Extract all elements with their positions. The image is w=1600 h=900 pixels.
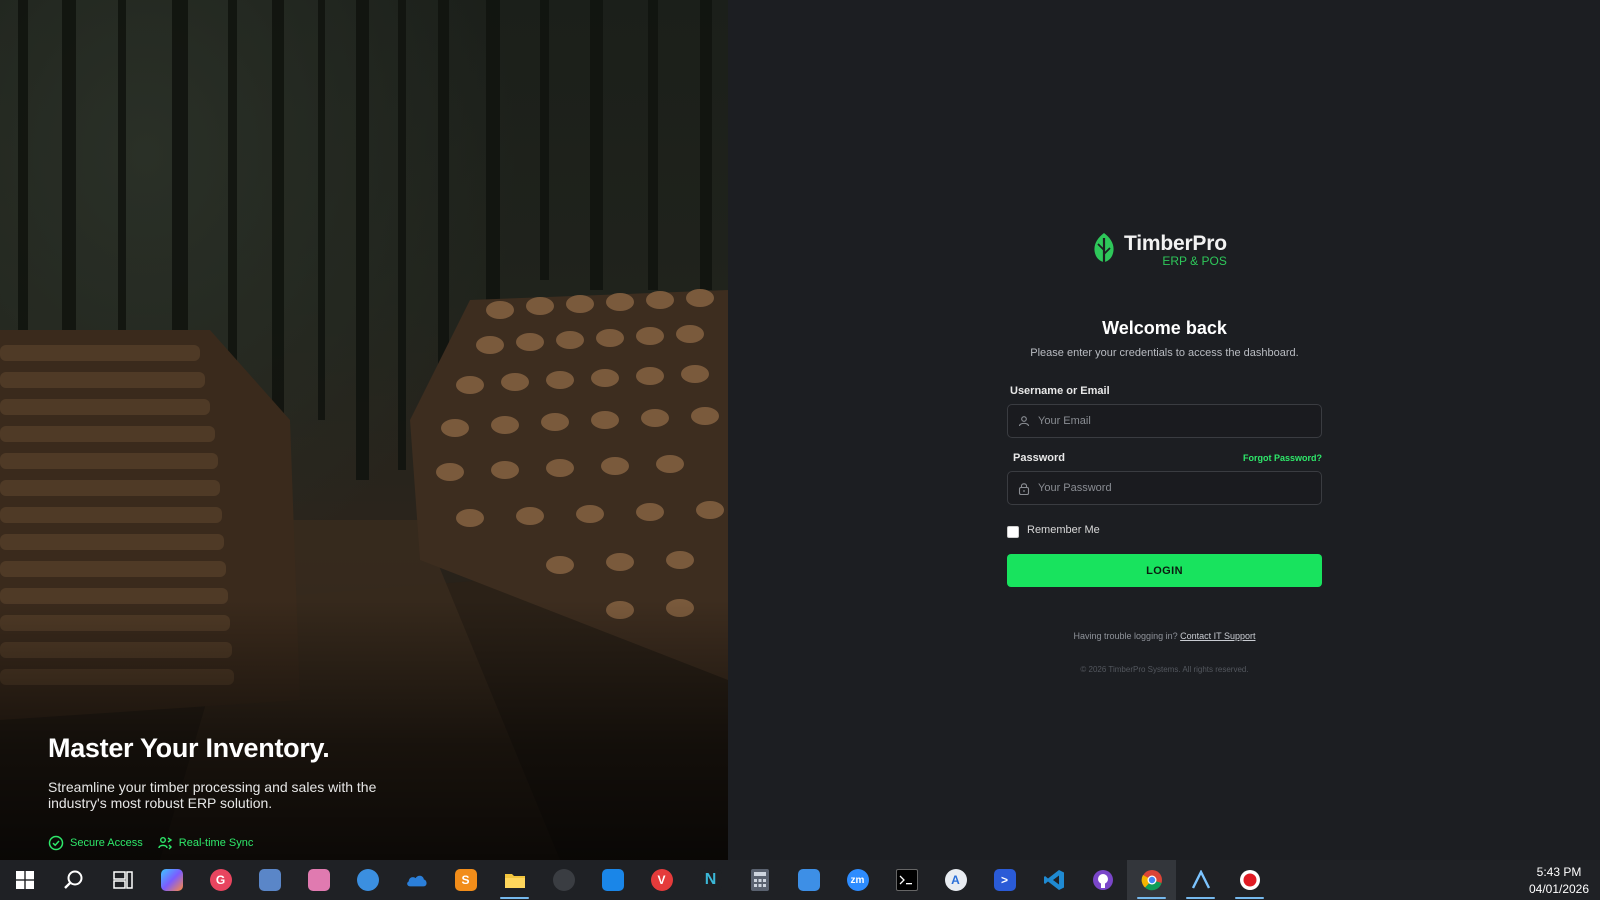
password-input[interactable] [1038,482,1321,494]
sublime-text-icon: S [454,869,477,891]
hero-badges: Secure Access Real-time Sync [48,835,253,851]
taskbar-button-app-arrow[interactable] [1176,860,1225,900]
taskbar-button-app-bird[interactable] [784,860,833,900]
password-field[interactable] [1007,471,1322,505]
taskbar-button-zoom[interactable]: zm [833,860,882,900]
taskbar-button-app-g[interactable]: G [196,860,245,900]
app-triangle-icon [601,869,624,891]
taskbar-button-github[interactable] [1078,860,1127,900]
chrome-icon [1141,869,1163,891]
contact-it-support-link[interactable]: Contact IT Support [1180,631,1255,641]
remember-me-row: Remember Me [1007,521,1322,538]
taskbar-button-search[interactable] [49,860,98,900]
taskbar-button-file-explorer[interactable] [490,860,539,900]
shield-check-icon [48,835,64,851]
taskbar-button-chrome[interactable] [1127,860,1176,900]
taskbar-button-calculator[interactable] [735,860,784,900]
vivaldi-icon: V [650,869,673,891]
password-label: Password [1013,452,1065,464]
app-n-icon: N [699,869,722,891]
username-input[interactable] [1038,415,1321,427]
search-icon [63,869,85,891]
record-icon [1239,869,1261,891]
leaf-logo-icon [1094,233,1114,267]
taskbar-button-sync-app[interactable] [343,860,392,900]
sync-app-icon [356,869,379,891]
badge-secure-access: Secure Access [48,835,143,851]
help-question: Having trouble logging in? [1073,631,1178,641]
taskbar-button-task-view[interactable] [98,860,147,900]
badge-label: Secure Access [70,837,143,849]
taskbar-button-record[interactable] [1225,860,1274,900]
password-label-row: Password Forgot Password? [1007,452,1322,464]
hero-title: Master Your Inventory. [48,733,330,763]
file-explorer-icon [504,869,526,891]
clock-date: 04/01/2026 [1528,882,1590,896]
login-button[interactable]: LOGIN [1007,554,1322,587]
taskbar-button-windows-start[interactable] [0,860,49,900]
app-g-icon: G [209,869,232,891]
windows-taskbar: G S V Nzm A > [0,860,1600,900]
taskbar-button-obs[interactable] [539,860,588,900]
taskbar-button-onedrive[interactable] [392,860,441,900]
vscode-icon [1043,869,1065,891]
taskbar-button-copilot[interactable] [147,860,196,900]
login-title: Welcome back [1102,318,1227,338]
taskbar-button-vscode[interactable] [1029,860,1078,900]
username-label-row: Username or Email [1007,385,1322,397]
taskbar-button-app-cube[interactable] [294,860,343,900]
copilot-icon [160,869,183,891]
app-bird-icon [797,869,820,891]
username-label: Username or Email [1010,385,1110,397]
task-view-icon [112,869,134,891]
help-text: Having trouble logging in? Contact IT Su… [1007,631,1322,641]
taskbar-button-app-monitor[interactable] [245,860,294,900]
github-icon [1092,869,1114,891]
taskbar-button-app-n[interactable]: N [686,860,735,900]
login-form: Welcome back Please enter your credentia… [1007,318,1322,674]
windows-start-icon [14,869,36,891]
forgot-password-link[interactable]: Forgot Password? [1243,453,1322,463]
obs-icon [552,869,575,891]
clock-time: 5:43 PM [1536,865,1582,879]
taskbar-button-vivaldi[interactable]: V [637,860,686,900]
remember-me-checkbox[interactable] [1007,526,1019,538]
taskbar-button-sublime-text[interactable]: S [441,860,490,900]
onedrive-icon [406,869,428,891]
calculator-icon [749,869,771,891]
app-monitor-icon [258,869,281,891]
taskbar-button-powershell[interactable]: > [980,860,1029,900]
app-cube-icon [307,869,330,891]
brand-logo: TimberPro ERP & POS [1090,232,1227,268]
badge-realtime-sync: Real-time Sync [157,835,254,851]
remember-me-label[interactable]: Remember Me [1027,524,1100,536]
powershell-icon: > [993,869,1016,891]
taskbar-button-app-triangle[interactable] [588,860,637,900]
terminal-icon [895,869,918,891]
taskbar-icons: G S V Nzm A > [0,860,1274,900]
hero-gradient-overlay [0,600,728,860]
zoom-icon: zm [846,869,869,891]
username-field[interactable] [1007,404,1322,438]
taskbar-clock[interactable]: 5:43 PM 04/01/2026 [1524,864,1594,898]
app-arrow-icon [1190,869,1212,891]
app-store-icon: A [944,869,967,891]
login-subtitle: Please enter your credentials to access … [1030,347,1299,359]
sync-users-icon [158,837,173,850]
brand-tagline: ERP & POS [1162,254,1227,268]
brand-name: TimberPro [1124,232,1227,255]
lock-icon [1018,482,1030,495]
taskbar-button-app-store[interactable]: A [931,860,980,900]
hero-panel: Master Your Inventory. Streamline your t… [0,0,728,860]
hero-subtitle: Streamline your timber processing and sa… [48,779,377,811]
copyright-text: © 2026 TimberPro Systems. All rights res… [1080,665,1249,674]
taskbar-button-terminal[interactable] [882,860,931,900]
screen: Master Your Inventory. Streamline your t… [0,0,1600,900]
badge-label: Real-time Sync [178,837,254,849]
user-icon [1018,416,1030,427]
